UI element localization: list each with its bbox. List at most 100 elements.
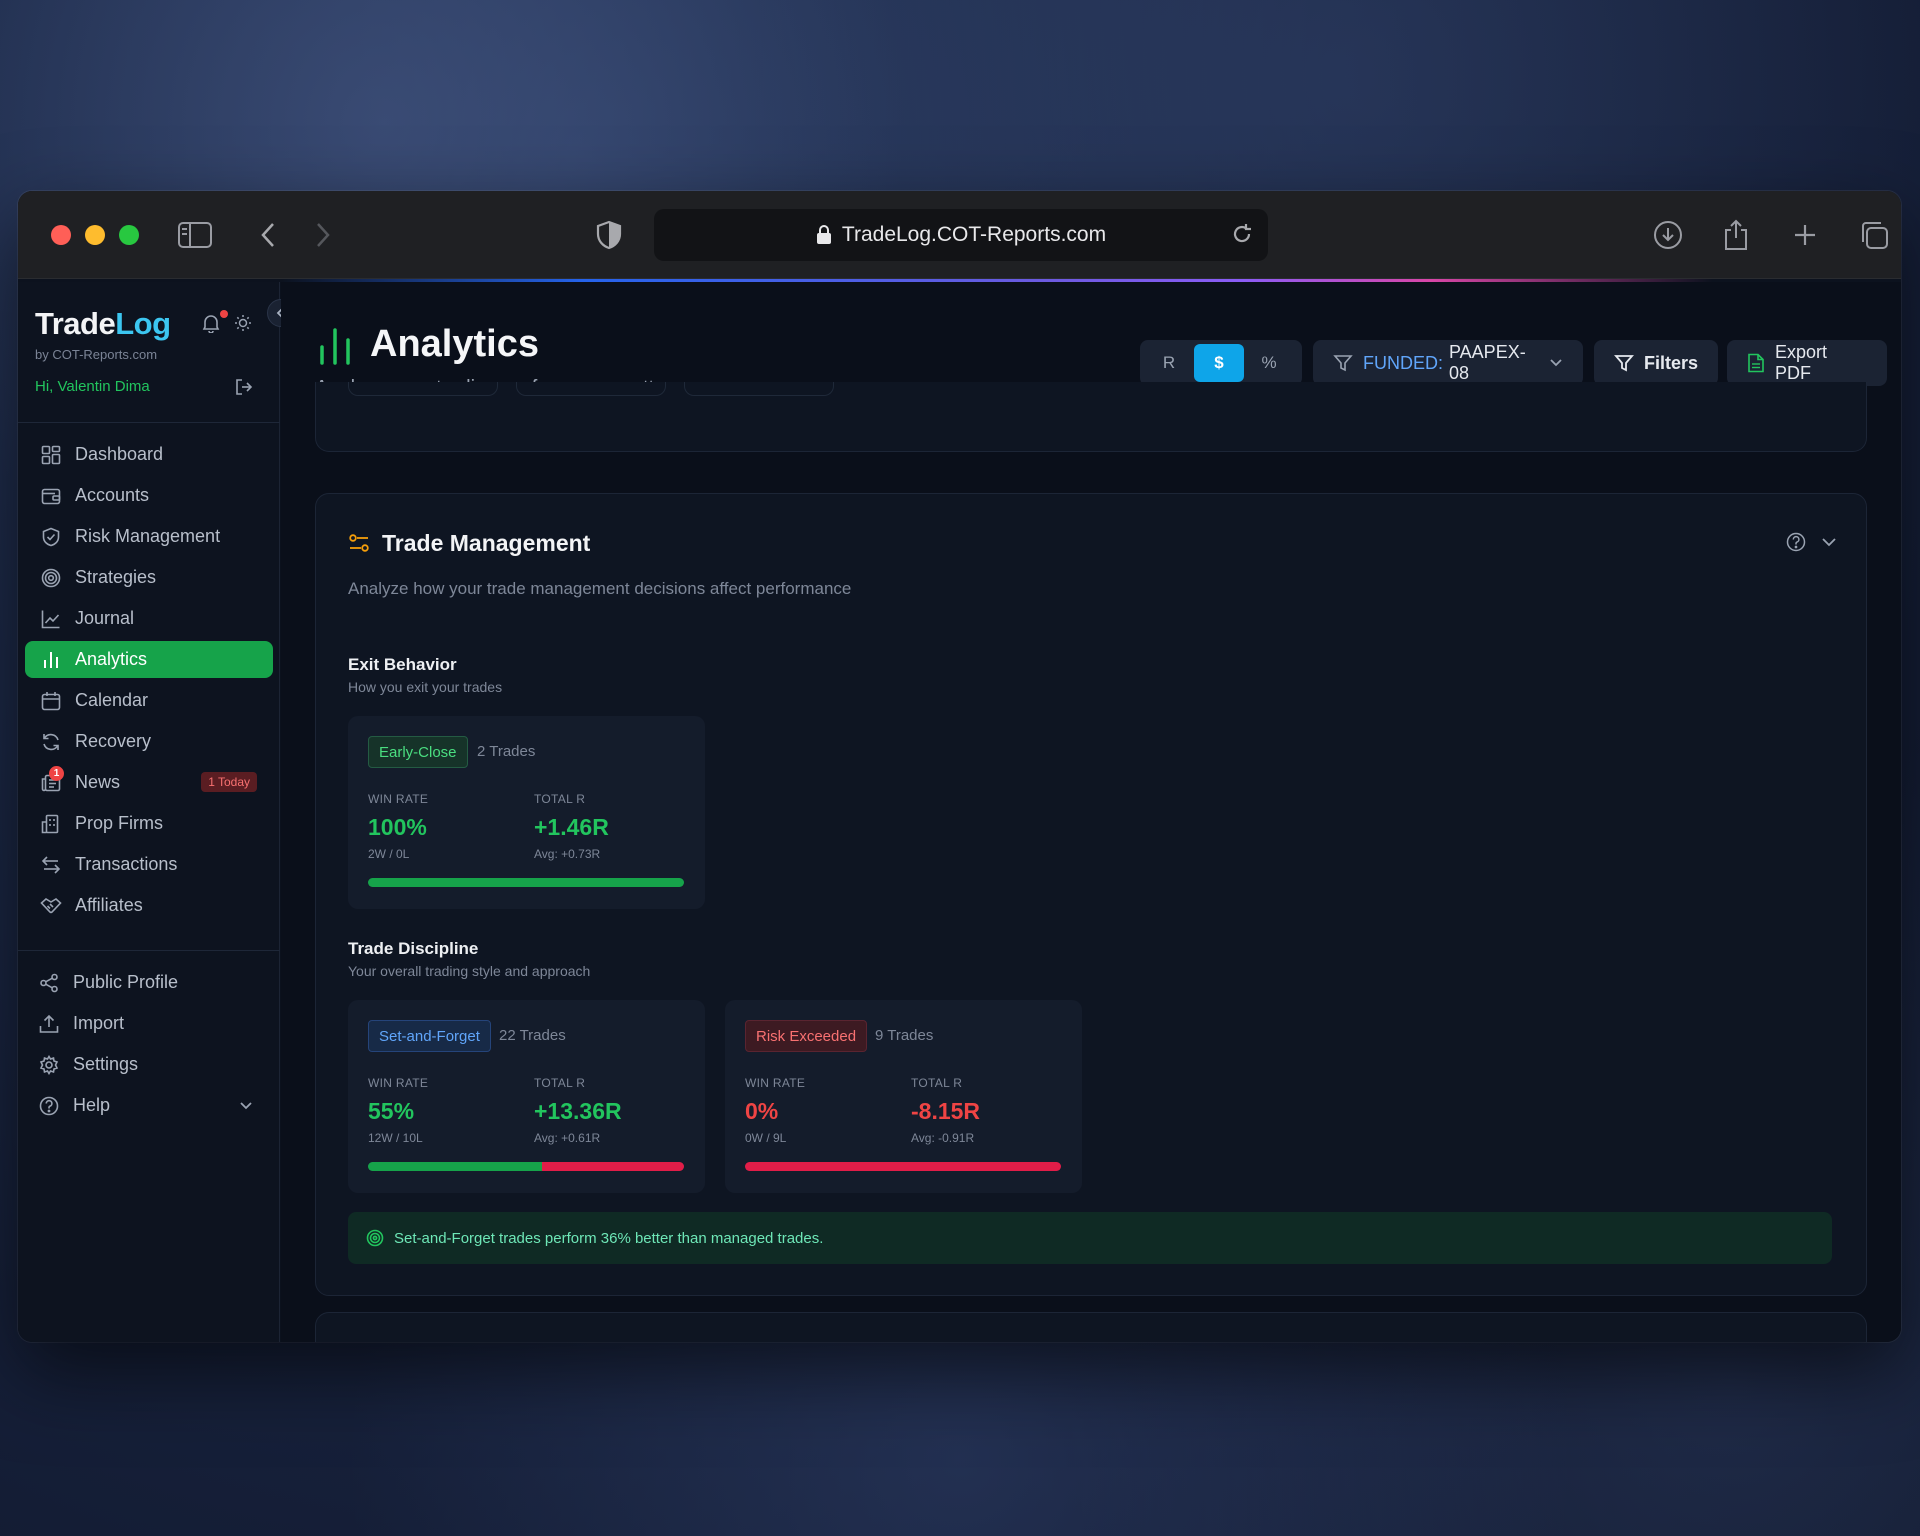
win-loss-record: 0W / 9L bbox=[745, 1131, 787, 1145]
unit-percent-button[interactable]: % bbox=[1244, 344, 1294, 382]
new-tab-icon[interactable] bbox=[1785, 215, 1825, 255]
sidebar-item-settings[interactable]: Settings bbox=[25, 1046, 273, 1083]
insight-text: Set-and-Forget trades perform 36% better… bbox=[394, 1229, 824, 1247]
minimize-window-button[interactable] bbox=[85, 225, 105, 245]
user-greeting: Hi, Valentin Dima bbox=[35, 378, 150, 395]
chevron-down-icon bbox=[1549, 358, 1563, 368]
share-browser-icon[interactable] bbox=[1716, 215, 1756, 255]
sidebar-item-label: Help bbox=[73, 1095, 111, 1115]
share-icon bbox=[37, 971, 61, 995]
sidebar-item-transactions[interactable]: Transactions bbox=[25, 846, 273, 883]
help-icon[interactable] bbox=[1786, 532, 1806, 552]
section-description: Analyze how your trade management decisi… bbox=[348, 579, 852, 598]
sidebar-item-news[interactable]: 1 News 1 Today bbox=[25, 764, 273, 801]
win-rate-value: 100% bbox=[368, 814, 427, 840]
sidebar-item-help[interactable]: Help bbox=[25, 1087, 273, 1124]
lock-icon bbox=[816, 225, 832, 245]
win-rate-label: WIN RATE bbox=[368, 1076, 429, 1090]
filter-icon bbox=[1614, 353, 1634, 373]
sliders-icon bbox=[348, 532, 370, 554]
sidebar-item-label: Import bbox=[73, 1013, 125, 1033]
sun-icon[interactable] bbox=[234, 314, 252, 332]
sidebar-item-calendar[interactable]: Calendar bbox=[25, 682, 273, 719]
tab-overview-icon[interactable] bbox=[1854, 215, 1894, 255]
win-rate-label: WIN RATE bbox=[745, 1076, 806, 1090]
sidebar-item-dashboard[interactable]: Dashboard bbox=[25, 436, 273, 473]
exit-behavior-title: Exit Behavior bbox=[348, 655, 457, 674]
sidebar: TradeLog by COT-Reports.com Hi, Valentin… bbox=[18, 282, 280, 1342]
bell-icon[interactable] bbox=[202, 313, 220, 333]
brand-primary: Trade bbox=[35, 306, 116, 341]
discipline-subtitle: Your overall trading style and approach bbox=[348, 963, 591, 979]
brand-subtitle: by COT-Reports.com bbox=[35, 347, 158, 362]
exit-behavior-subtitle: How you exit your trades bbox=[348, 679, 503, 695]
wallet-icon bbox=[39, 484, 63, 508]
loss-fill bbox=[745, 1162, 1061, 1171]
maximize-window-button[interactable] bbox=[119, 225, 139, 245]
target-icon bbox=[39, 566, 63, 590]
category-tag: Set-and-Forget bbox=[368, 1020, 491, 1052]
stat-card-risk-exceeded[interactable]: Risk Exceeded 9 Trades WIN RATE 0% 0W / … bbox=[725, 1000, 1082, 1193]
sidebar-item-label: Accounts bbox=[75, 485, 150, 505]
total-r-label: TOTAL R bbox=[534, 1076, 586, 1090]
stat-card-set-and-forget[interactable]: Set-and-Forget 22 Trades WIN RATE 55% 12… bbox=[348, 1000, 705, 1193]
previous-section-card bbox=[315, 382, 1867, 452]
total-r-value: -8.15R bbox=[911, 1098, 981, 1124]
sidebar-item-label: Analytics bbox=[75, 649, 148, 669]
unit-r-button[interactable]: R bbox=[1144, 344, 1194, 382]
forward-icon[interactable] bbox=[303, 215, 343, 255]
chip bbox=[684, 382, 834, 396]
stat-card-early-close[interactable]: Early-Close 2 Trades WIN RATE 100% 2W / … bbox=[348, 716, 705, 909]
browser-window: TradeLog.COT-Reports.com TradeLog by COT… bbox=[18, 191, 1901, 1342]
win-rate-value: 55% bbox=[368, 1098, 415, 1124]
chevron-down-icon[interactable] bbox=[239, 1101, 253, 1111]
sidebar-item-label: News bbox=[75, 772, 121, 792]
sidebar-item-import[interactable]: Import bbox=[25, 1005, 273, 1042]
account-value: PAAPEX-08 bbox=[1449, 342, 1526, 383]
close-window-button[interactable] bbox=[51, 225, 71, 245]
url-text: TradeLog.COT-Reports.com bbox=[841, 223, 1107, 246]
total-r-value: +1.46R bbox=[534, 814, 609, 840]
total-r-value: +13.36R bbox=[534, 1098, 622, 1124]
category-tag: Early-Close bbox=[368, 736, 468, 768]
sidebar-item-prop-firms[interactable]: Prop Firms bbox=[25, 805, 273, 842]
account-selector[interactable]: FUNDED: PAAPEX-08 bbox=[1313, 340, 1583, 386]
win-loss-record: 2W / 0L bbox=[368, 847, 410, 861]
unit-dollar-button[interactable]: $ bbox=[1194, 344, 1244, 382]
sidebar-item-public-profile[interactable]: Public Profile bbox=[25, 964, 273, 1001]
download-icon[interactable] bbox=[1648, 215, 1688, 255]
chevron-down-icon[interactable] bbox=[1821, 537, 1837, 547]
sidebar-item-label: Transactions bbox=[75, 854, 178, 874]
sidebar-item-journal[interactable]: Journal bbox=[25, 600, 273, 637]
filters-button[interactable]: Filters bbox=[1594, 340, 1718, 386]
refresh-icon bbox=[39, 730, 63, 754]
sidebar-item-affiliates[interactable]: Affiliates bbox=[25, 887, 273, 924]
sidebar-item-strategies[interactable]: Strategies bbox=[25, 559, 273, 596]
logout-icon[interactable] bbox=[235, 378, 253, 396]
building-icon bbox=[39, 812, 63, 836]
shield-privacy-icon[interactable] bbox=[589, 215, 629, 255]
sidebar-item-analytics[interactable]: Analytics bbox=[25, 641, 273, 678]
bar-chart-icon bbox=[39, 648, 63, 672]
sidebar-divider bbox=[18, 950, 280, 951]
brand-logo[interactable]: TradeLog bbox=[35, 306, 171, 342]
line-chart-icon bbox=[39, 607, 63, 631]
calendar-icon bbox=[39, 689, 63, 713]
sidebar-item-label: Journal bbox=[75, 608, 135, 628]
trade-count: 9 Trades bbox=[875, 1027, 934, 1044]
sidebar-toggle-icon[interactable] bbox=[175, 215, 215, 255]
sidebar-item-accounts[interactable]: Accounts bbox=[25, 477, 273, 514]
handshake-icon bbox=[39, 894, 63, 918]
trade-management-panel: Trade Management Analyze how your trade … bbox=[315, 493, 1867, 1296]
sidebar-item-recovery[interactable]: Recovery bbox=[25, 723, 273, 760]
address-bar[interactable]: TradeLog.COT-Reports.com bbox=[654, 209, 1268, 261]
news-icon: 1 bbox=[39, 765, 64, 795]
notification-dot bbox=[220, 310, 228, 318]
total-r-label: TOTAL R bbox=[534, 792, 586, 806]
discipline-title: Trade Discipline bbox=[348, 939, 479, 958]
back-icon[interactable] bbox=[248, 215, 288, 255]
reload-icon[interactable] bbox=[1230, 222, 1254, 252]
win-rate-label: WIN RATE bbox=[368, 792, 429, 806]
sidebar-item-risk-management[interactable]: Risk Management bbox=[25, 518, 273, 555]
export-pdf-button[interactable]: Export PDF bbox=[1727, 340, 1887, 386]
